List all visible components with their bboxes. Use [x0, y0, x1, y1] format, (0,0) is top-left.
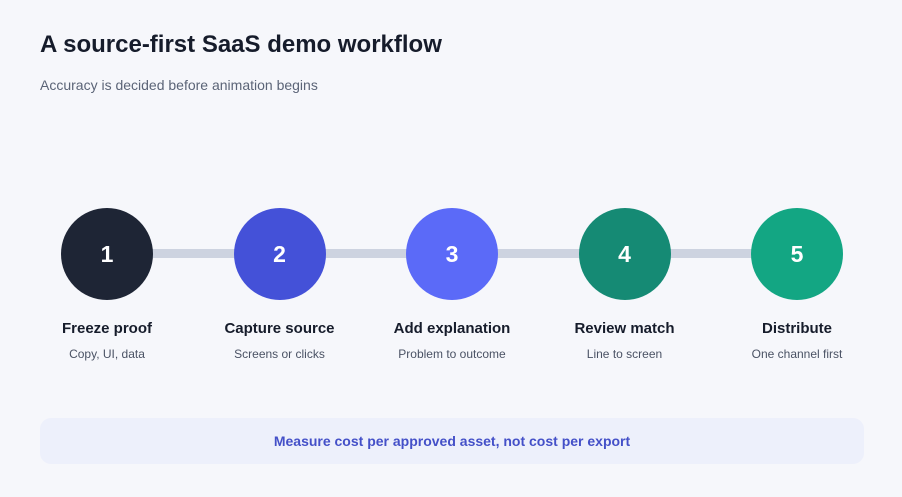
step-label: Capture source: [224, 320, 335, 337]
step-freeze-proof: 1 Freeze proof Copy, UI, data: [21, 208, 193, 361]
step-capture-source: 2 Capture source Screens or clicks: [194, 208, 366, 361]
step-caption: One channel first: [751, 347, 843, 361]
step-caption: Screens or clicks: [234, 347, 325, 361]
step-label: Distribute: [761, 320, 832, 337]
step-label: Review match: [574, 320, 675, 337]
page-subtitle: Accuracy is decided before animation beg…: [40, 77, 318, 93]
step-caption: Problem to outcome: [398, 347, 506, 361]
summary-banner: Measure cost per approved asset, not cos…: [40, 418, 864, 464]
step-number-circle: 3: [406, 208, 498, 300]
step-review-match: 4 Review match Line to screen: [539, 208, 711, 361]
step-caption: Copy, UI, data: [69, 347, 145, 361]
step-label: Add explanation: [393, 320, 511, 337]
step-number-circle: 4: [578, 208, 671, 300]
step-label: Freeze proof: [61, 320, 152, 337]
step-number-circle: 5: [751, 208, 843, 300]
step-caption: Line to screen: [586, 347, 663, 361]
step-add-explanation: 3 Add explanation Problem to outcome: [366, 208, 538, 361]
step-distribute: 5 Distribute One channel first: [711, 208, 883, 361]
step-number-circle: 1: [61, 208, 153, 300]
page-title: A source-first SaaS demo workflow: [40, 31, 442, 58]
step-number-circle: 2: [233, 208, 326, 300]
